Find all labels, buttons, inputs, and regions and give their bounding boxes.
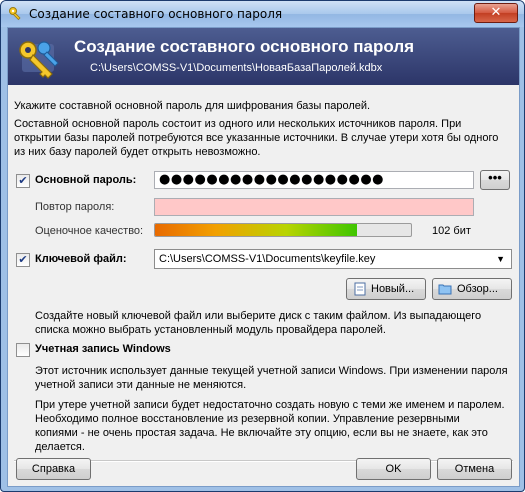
dialog-body: Укажите составной основной пароль для ши…: [8, 85, 519, 486]
intro-paragraph-line-3: из них базу паролей будет открыть невозм…: [14, 146, 261, 158]
intro-text: Укажите составной основной пароль для ши…: [14, 100, 371, 112]
windows-account-desc-line-1: Этот источник использует данные текущей …: [35, 365, 508, 377]
key-file-hint-line-1: Создайте новый ключевой файл или выберит…: [35, 310, 482, 322]
quality-bits-text: 102 бит: [432, 225, 471, 237]
dialog-client: Создание составного основного пароля C:\…: [7, 27, 520, 487]
windows-account-warning-line-4: делается.: [35, 441, 85, 453]
key-icon: [9, 7, 21, 21]
banner-file-path: C:\Users\COMSS-V1\Documents\НоваяБазаПар…: [90, 62, 383, 74]
master-password-label: Основной пароль:: [35, 174, 137, 186]
new-key-file-button[interactable]: Новый...: [346, 278, 426, 300]
browse-key-file-button[interactable]: Обзор...: [432, 278, 512, 300]
chevron-down-icon[interactable]: ▼: [496, 250, 505, 268]
password-quality-bar: [154, 223, 412, 237]
repeat-password-label: Повтор пароля:: [35, 201, 115, 213]
key-file-label: Ключевой файл:: [35, 253, 127, 265]
windows-account-label: Учетная запись Windows: [35, 343, 171, 355]
windows-account-checkbox[interactable]: [16, 343, 30, 357]
intro-paragraph-line-2: открытии базы паролей потребуются все ук…: [14, 132, 499, 144]
windows-account-warning-line-2: Необходимо полное восстановление из резе…: [35, 413, 460, 425]
ok-button[interactable]: OK: [356, 458, 431, 480]
password-quality-fill: [155, 224, 358, 236]
new-file-icon: [354, 282, 366, 296]
window-title: Создание составного основного пароля: [29, 7, 283, 21]
keys-icon: [19, 41, 59, 79]
key-file-checkbox[interactable]: ✔: [16, 253, 30, 267]
cancel-button[interactable]: Отмена: [437, 458, 512, 480]
key-file-select[interactable]: C:\Users\COMSS-V1\Documents\keyfile.key …: [154, 249, 512, 269]
new-key-file-label: Новый...: [371, 283, 415, 295]
master-password-input[interactable]: ●●●●●●●●●●●●●●●●●●●: [154, 171, 474, 189]
repeat-password-input[interactable]: [154, 198, 474, 216]
key-file-selected-value: C:\Users\COMSS-V1\Documents\keyfile.key: [159, 253, 376, 265]
quality-label: Оценочное качество:: [35, 225, 144, 237]
browse-key-file-label: Обзор...: [457, 283, 498, 295]
windows-account-warning-line-3: копиями - не очень простая задача. Не вк…: [35, 427, 488, 439]
banner-title: Создание составного основного пароля: [74, 37, 415, 56]
folder-icon: [438, 284, 452, 295]
windows-account-warning-line-1: При утере учетной записи будет недостато…: [35, 399, 505, 411]
master-password-checkbox[interactable]: ✔: [16, 174, 30, 188]
key-file-hint-line-2: списка можно выбрать установленный модул…: [35, 324, 386, 336]
dialog-window: Создание составного основного пароля ✕ С…: [0, 0, 525, 492]
intro-paragraph-line-1: Составной основной пароль состоит из одн…: [14, 118, 462, 130]
title-bar[interactable]: Создание составного основного пароля ✕: [1, 1, 524, 27]
close-button[interactable]: ✕: [474, 3, 518, 23]
help-button[interactable]: Справка: [16, 458, 91, 480]
show-password-button[interactable]: •••: [480, 170, 510, 190]
windows-account-desc-line-2: учетной записи эти данные не меняются.: [35, 379, 247, 391]
header-banner: Создание составного основного пароля C:\…: [8, 28, 519, 85]
